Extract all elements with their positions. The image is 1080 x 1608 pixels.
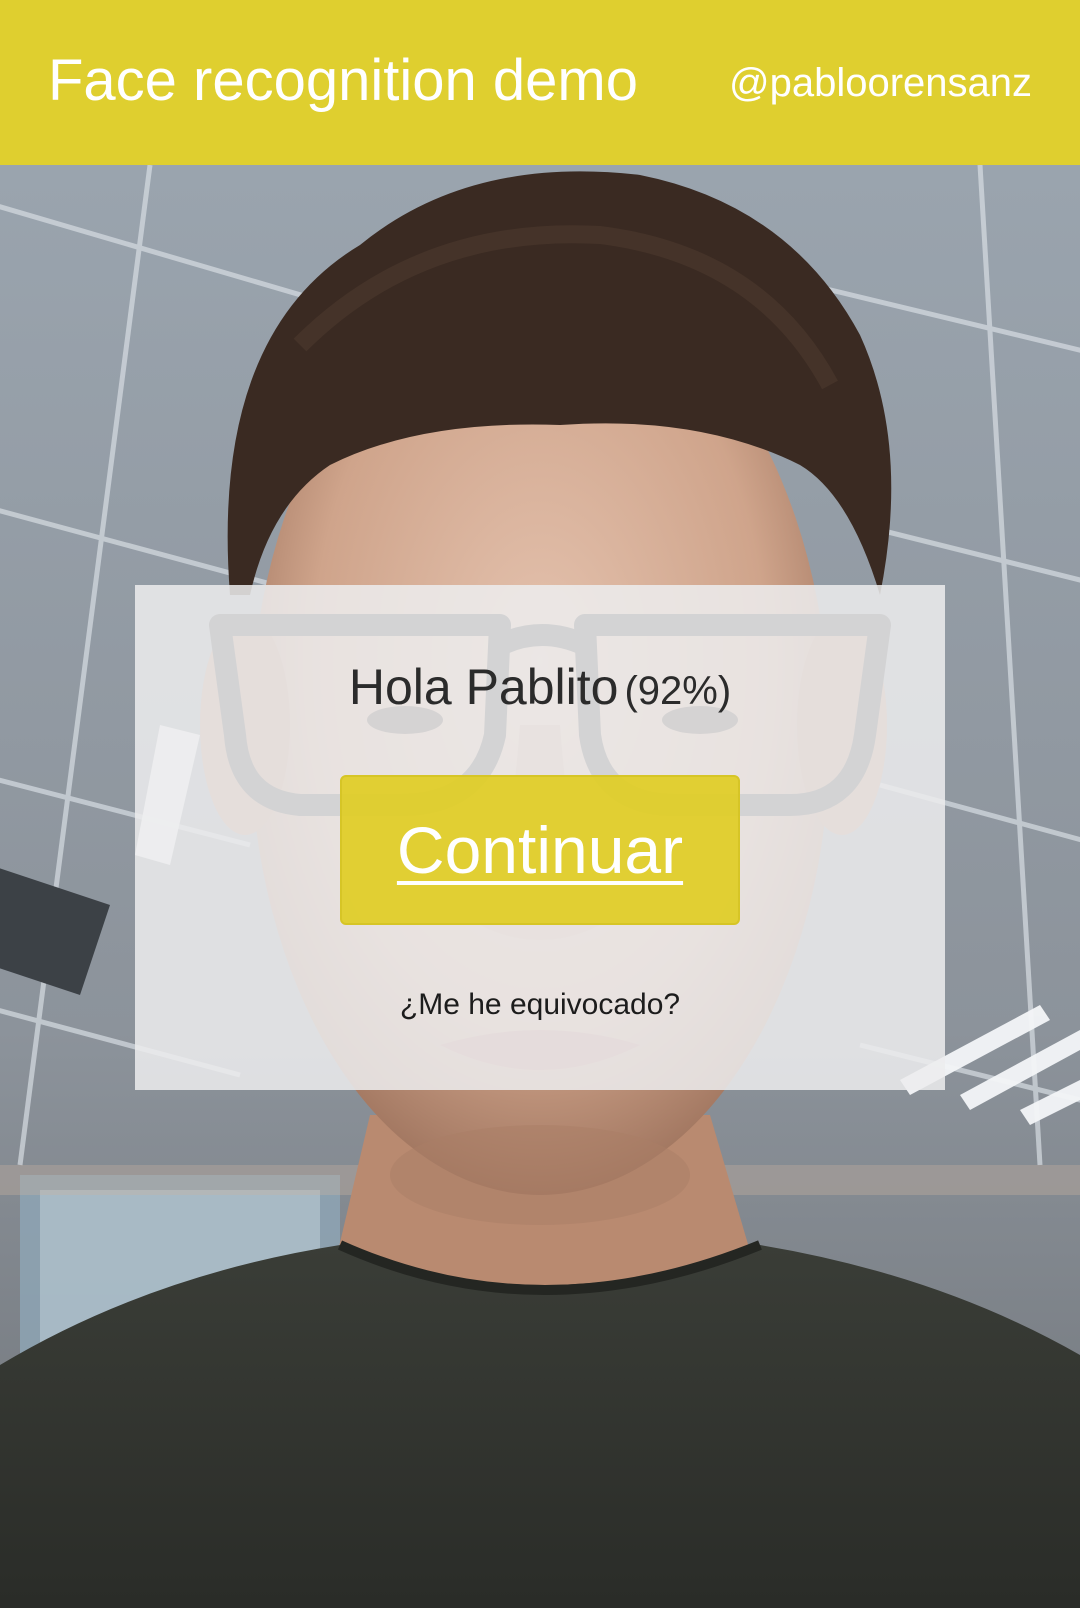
greeting-text: Hola Pablito [348,659,619,715]
author-handle[interactable]: @pabloorensanz [729,58,1032,108]
continue-button[interactable]: Continuar [340,775,740,925]
greeting-line: Hola Pablito (92%) [135,657,945,721]
app-title: Face recognition demo [48,48,638,113]
recognition-result-card: Hola Pablito (92%) Continuar ¿Me he equiv… [135,585,945,1090]
app-header: Face recognition demo @pabloorensanz [0,0,1080,165]
confidence-value: (92%) [624,669,732,713]
continue-button-label[interactable]: Continuar [397,810,683,890]
wrong-identity-link[interactable]: ¿Me he equivocado? [135,985,945,1025]
